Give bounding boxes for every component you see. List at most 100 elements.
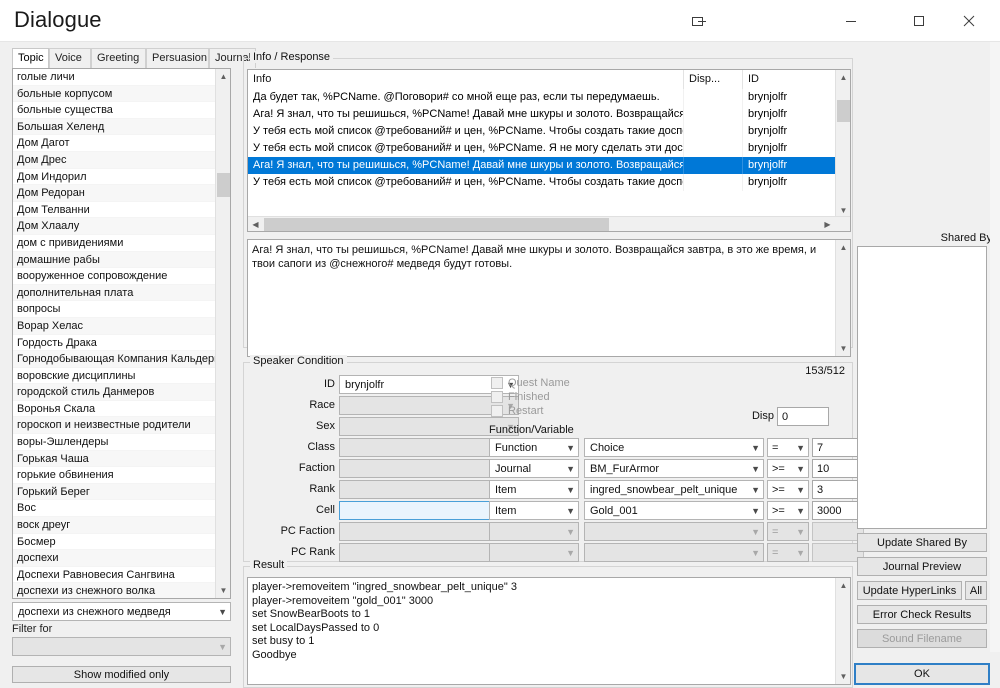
fv-operator-combo-5[interactable]: = ▼ <box>767 543 809 562</box>
fv-type-combo-5[interactable]: ▼ <box>489 543 579 562</box>
list-item[interactable]: Горький Берег <box>13 483 217 501</box>
list-item[interactable]: Гордость Драка <box>13 335 217 352</box>
result-textbox[interactable]: player->removeitem "ingred_snowbear_pelt… <box>247 577 851 685</box>
list-item[interactable]: голые личи <box>13 69 217 86</box>
table-row[interactable]: Ага! Я знал, что ты решишься, %PCName! Д… <box>248 157 850 174</box>
scroll-down-icon[interactable]: ▼ <box>836 669 850 684</box>
error-check-results-button[interactable]: Error Check Results <box>857 605 987 624</box>
table-row[interactable]: У тебя есть мой список @требований# и це… <box>248 174 850 191</box>
scroll-up-icon[interactable]: ▲ <box>836 240 850 255</box>
show-modified-only-button[interactable]: Show modified only <box>12 666 231 683</box>
list-item[interactable]: воры-Эшлендеры <box>13 434 217 451</box>
fv-type-combo-1[interactable]: Journal ▼ <box>489 459 579 478</box>
tab-greeting[interactable]: Greeting <box>91 48 146 68</box>
fv-type-combo-2[interactable]: Item ▼ <box>489 480 579 499</box>
minimize-icon[interactable] <box>828 0 874 42</box>
response-textbox[interactable]: Ага! Я знал, что ты решишься, %PCName! Д… <box>247 239 851 357</box>
scroll-down-icon[interactable]: ▼ <box>216 583 230 598</box>
table-row[interactable]: Да будет так, %PCName. @Поговори# со мно… <box>248 89 850 106</box>
checkbox-quest-name[interactable]: Quest Name <box>491 376 570 390</box>
scroll-thumb[interactable] <box>264 218 609 231</box>
window-edge-scrollbar[interactable] <box>990 42 1000 652</box>
list-item[interactable]: доспехи <box>13 550 217 567</box>
fv-name-combo-2[interactable]: ingred_snowbear_pelt_unique ▼ <box>584 480 764 499</box>
checkbox-restart[interactable]: Restart <box>491 404 543 418</box>
filter-combo[interactable]: ▼ <box>12 637 231 656</box>
fv-operator-combo-2[interactable]: >= ▼ <box>767 480 809 499</box>
info-listview[interactable]: InfoDisp...IDFactionCell Да будет так, %… <box>247 69 851 232</box>
topic-list-scrollbar[interactable]: ▲ ▼ <box>215 69 230 598</box>
update-shared-by-button[interactable]: Update Shared By <box>857 533 987 552</box>
list-item[interactable]: гороскоп и неизвестные родители <box>13 417 217 435</box>
scroll-up-icon[interactable]: ▲ <box>836 578 850 593</box>
selected-topic-combo[interactable]: доспехи из снежного медведя ▼ <box>12 602 231 621</box>
list-item[interactable]: Большая Хеленд <box>13 118 217 136</box>
tab-persuasion[interactable]: Persuasion <box>146 48 209 68</box>
response-scrollbar[interactable]: ▲ ▼ <box>835 240 850 356</box>
list-item[interactable]: горькие обвинения <box>13 467 217 484</box>
fv-operator-combo-3[interactable]: >= ▼ <box>767 501 809 520</box>
list-item[interactable]: городской стиль Данмеров <box>13 384 217 401</box>
table-row[interactable]: У тебя есть мой список @требований# и це… <box>248 140 850 157</box>
fv-name-combo-1[interactable]: BM_FurArmor ▼ <box>584 459 764 478</box>
result-scrollbar[interactable]: ▲ ▼ <box>835 578 850 684</box>
scroll-down-icon[interactable]: ▼ <box>836 341 850 356</box>
list-item[interactable]: доспехи из снежного волка <box>13 583 217 598</box>
list-item[interactable]: Воронья Скала <box>13 401 217 418</box>
list-item[interactable]: Горькая Чаша <box>13 450 217 468</box>
list-item[interactable]: воск дреуг <box>13 517 217 534</box>
fv-name-combo-5[interactable]: ▼ <box>584 543 764 562</box>
maximize-icon[interactable] <box>896 0 942 42</box>
detach-icon[interactable] <box>676 0 722 42</box>
info-list-body[interactable]: Да будет так, %PCName. @Поговори# со мно… <box>248 89 850 191</box>
fv-type-combo-0[interactable]: Function ▼ <box>489 438 579 457</box>
update-hyperlinks-button[interactable]: Update HyperLinks <box>857 581 962 600</box>
column-header[interactable]: Disp... <box>684 70 743 89</box>
fv-name-combo-3[interactable]: Gold_001 ▼ <box>584 501 764 520</box>
list-item[interactable]: Ворар Хелас <box>13 317 217 335</box>
fv-name-combo-4[interactable]: ▼ <box>584 522 764 541</box>
fv-operator-combo-0[interactable]: = ▼ <box>767 438 809 457</box>
scroll-right-icon[interactable]: ▶ <box>820 217 835 231</box>
journal-preview-button[interactable]: Journal Preview <box>857 557 987 576</box>
scroll-left-icon[interactable]: ◀ <box>248 217 263 231</box>
ok-button[interactable]: OK <box>854 663 990 685</box>
table-row[interactable]: У тебя есть мой список @требований# и це… <box>248 123 850 140</box>
table-row[interactable]: Ага! Я знал, что ты решишься, %PCName! Д… <box>248 106 850 123</box>
all-button[interactable]: All <box>965 581 987 600</box>
checkbox-finished[interactable]: Finished <box>491 390 550 404</box>
fv-type-combo-4[interactable]: ▼ <box>489 522 579 541</box>
list-item[interactable]: Дом Телванни <box>13 202 217 219</box>
list-item[interactable]: Дом Редоран <box>13 185 217 202</box>
list-item[interactable]: Дом Хлаалу <box>13 218 217 235</box>
disp-input[interactable]: 0 <box>777 407 829 426</box>
list-item[interactable]: Горнодобывающая Компания Кальдеры <box>13 351 217 368</box>
list-item[interactable]: больные существа <box>13 102 217 119</box>
list-item[interactable]: воровские дисциплины <box>13 368 217 385</box>
tab-voice[interactable]: Voice <box>49 48 91 68</box>
list-item[interactable]: Босмер <box>13 534 217 551</box>
list-item[interactable]: вопросы <box>13 301 217 318</box>
close-icon[interactable] <box>946 0 992 42</box>
tab-topic[interactable]: Topic <box>12 48 49 68</box>
topic-list[interactable]: голые личи больные корпусом больные сущест… <box>12 68 231 599</box>
fv-type-combo-3[interactable]: Item ▼ <box>489 501 579 520</box>
list-item[interactable]: Дом Индорил <box>13 169 217 186</box>
fv-operator-combo-4[interactable]: = ▼ <box>767 522 809 541</box>
list-item[interactable]: дополнительная плата <box>13 284 217 302</box>
scroll-up-icon[interactable]: ▲ <box>216 69 230 84</box>
list-item[interactable]: Дом Дрес <box>13 151 217 169</box>
scroll-thumb[interactable] <box>837 100 850 122</box>
list-item[interactable]: дом с привидениями <box>13 235 217 252</box>
list-item[interactable]: домашние рабы <box>13 251 217 269</box>
list-item[interactable]: вооруженное сопровождение <box>13 268 217 285</box>
list-item[interactable]: Вос <box>13 500 217 518</box>
list-item[interactable]: Доспехи Равновесия Сангвина <box>13 567 217 584</box>
shared-by-list[interactable] <box>857 246 987 529</box>
scroll-thumb[interactable] <box>217 173 230 197</box>
column-header[interactable]: Info <box>248 70 684 89</box>
list-item[interactable]: Дом Дагот <box>13 135 217 152</box>
fv-name-combo-0[interactable]: Choice ▼ <box>584 438 764 457</box>
info-list-vscrollbar[interactable]: ▲ ▼ <box>835 70 850 218</box>
scroll-up-icon[interactable]: ▲ <box>836 70 850 85</box>
